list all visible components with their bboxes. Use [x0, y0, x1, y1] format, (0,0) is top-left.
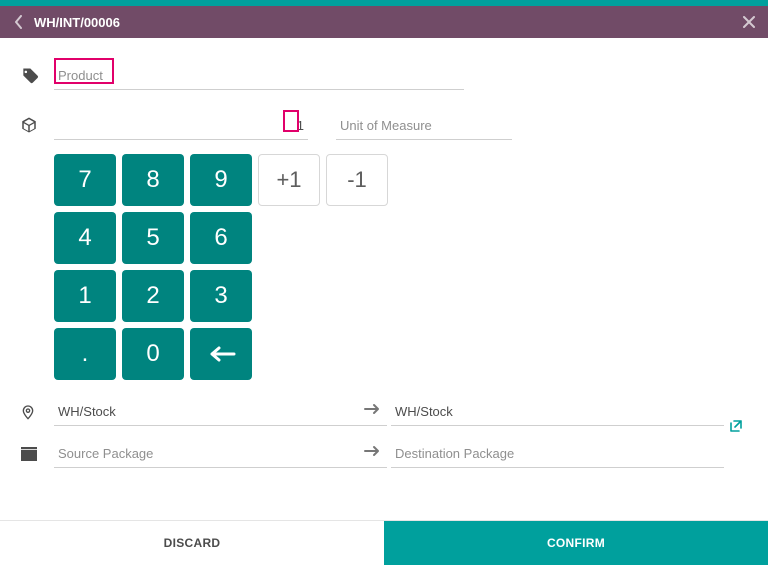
- uom-field[interactable]: [336, 112, 512, 140]
- external-link-icon: [730, 420, 742, 432]
- confirm-button[interactable]: CONFIRM: [384, 521, 768, 565]
- page-title: WH/INT/00006: [34, 15, 120, 30]
- location-icon: [20, 402, 36, 422]
- quantity-input[interactable]: [54, 112, 308, 140]
- key-2[interactable]: 2: [122, 270, 184, 322]
- key-backspace[interactable]: [190, 328, 252, 380]
- tag-icon: [20, 66, 40, 86]
- product-input[interactable]: [54, 62, 464, 90]
- discard-button[interactable]: DISCARD: [0, 521, 384, 565]
- key-dot[interactable]: .: [54, 328, 116, 380]
- open-external-button[interactable]: [730, 420, 742, 432]
- back-button[interactable]: [10, 15, 28, 29]
- package-icon: [20, 446, 38, 462]
- close-icon: [743, 16, 755, 28]
- dest-location-field[interactable]: [391, 398, 724, 426]
- quantity-field[interactable]: [54, 112, 308, 140]
- source-package-input[interactable]: [54, 440, 387, 468]
- key-7[interactable]: 7: [54, 154, 116, 206]
- arrow-right-icon: [363, 444, 381, 458]
- arrow-right-icon: [363, 402, 381, 416]
- cube-icon: [20, 116, 38, 134]
- key-minus-one[interactable]: -1: [326, 154, 388, 206]
- chevron-left-icon: [14, 15, 24, 29]
- key-4[interactable]: 4: [54, 212, 116, 264]
- backspace-icon: [206, 345, 236, 363]
- key-9[interactable]: 9: [190, 154, 252, 206]
- key-3[interactable]: 3: [190, 270, 252, 322]
- dest-location-input[interactable]: [391, 398, 724, 426]
- titlebar: WH/INT/00006: [0, 6, 768, 38]
- close-button[interactable]: [740, 16, 758, 28]
- key-0[interactable]: 0: [122, 328, 184, 380]
- key-plus-one[interactable]: +1: [258, 154, 320, 206]
- key-6[interactable]: 6: [190, 212, 252, 264]
- key-1[interactable]: 1: [54, 270, 116, 322]
- source-location-input[interactable]: [54, 398, 387, 426]
- dest-package-field[interactable]: [391, 440, 724, 468]
- key-5[interactable]: 5: [122, 212, 184, 264]
- footer: DISCARD CONFIRM: [0, 520, 768, 565]
- keypad: 7 8 9 +1 -1 4 5 6 1 2 3 . 0: [54, 154, 748, 380]
- source-location-field[interactable]: [54, 398, 387, 426]
- key-8[interactable]: 8: [122, 154, 184, 206]
- dest-package-input[interactable]: [391, 440, 724, 468]
- product-field[interactable]: [54, 62, 464, 90]
- uom-input[interactable]: [336, 112, 512, 140]
- source-package-field[interactable]: [54, 440, 387, 468]
